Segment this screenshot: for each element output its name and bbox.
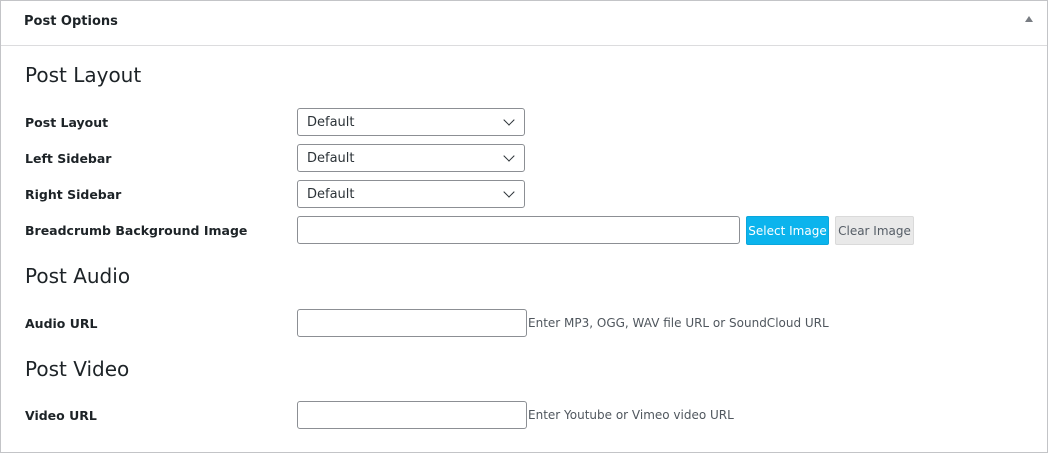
post-layout-label: Post Layout xyxy=(25,115,109,130)
audio-url-help-text: Enter MP3, OGG, WAV file URL or SoundClo… xyxy=(528,316,829,330)
audio-url-label: Audio URL xyxy=(25,316,98,331)
clear-image-button[interactable]: Clear Image xyxy=(835,216,914,245)
post-layout-select-value: Default xyxy=(307,115,355,130)
chevron-down-icon xyxy=(503,114,515,126)
left-sidebar-select[interactable]: Default xyxy=(297,144,525,172)
section-heading-post-video: Post Video xyxy=(25,357,130,381)
select-image-button[interactable]: Select Image xyxy=(746,216,829,245)
right-sidebar-select[interactable]: Default xyxy=(297,180,525,208)
left-sidebar-label: Left Sidebar xyxy=(25,151,112,166)
post-options-panel: Post Options Post Layout Post Layout Def… xyxy=(0,0,1048,453)
breadcrumb-image-input[interactable] xyxy=(297,216,740,244)
post-layout-select[interactable]: Default xyxy=(297,108,525,136)
right-sidebar-select-value: Default xyxy=(307,187,355,202)
chevron-down-icon xyxy=(503,186,515,198)
video-url-input[interactable] xyxy=(297,401,527,429)
audio-url-input[interactable] xyxy=(297,309,527,337)
collapse-toggle-icon[interactable] xyxy=(1025,16,1033,22)
panel-header[interactable]: Post Options xyxy=(1,1,1047,46)
section-heading-post-audio: Post Audio xyxy=(25,264,131,288)
chevron-down-icon xyxy=(503,150,515,162)
left-sidebar-select-value: Default xyxy=(307,151,355,166)
right-sidebar-label: Right Sidebar xyxy=(25,187,122,202)
panel-title: Post Options xyxy=(24,14,118,29)
video-url-help-text: Enter Youtube or Vimeo video URL xyxy=(528,408,734,422)
video-url-label: Video URL xyxy=(25,408,97,423)
breadcrumb-image-label: Breadcrumb Background Image xyxy=(25,223,248,238)
section-heading-post-layout: Post Layout xyxy=(25,63,142,87)
